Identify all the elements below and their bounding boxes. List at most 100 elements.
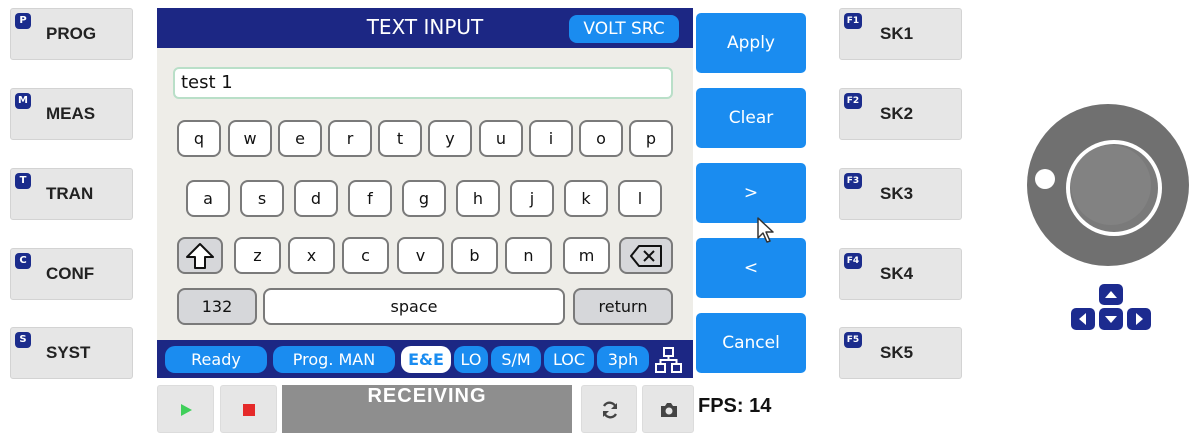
sk1-key[interactable]: F1 SK1 [839,8,962,60]
key-o[interactable]: o [579,120,623,157]
network-icon [655,347,682,373]
key-h[interactable]: h [456,180,500,217]
status-bar: Ready Prog. MAN E&E LO S/M LOC 3ph [157,340,693,378]
instrument-screen: TEXT INPUT VOLT SRC test 1 q w e r t y u… [157,8,693,378]
conf-label: CONF [46,264,95,283]
arrow-right-icon [1136,313,1143,325]
key-x[interactable]: x [288,237,335,274]
tran-key[interactable]: T TRAN [10,168,133,220]
key-y[interactable]: y [428,120,472,157]
key-n[interactable]: n [505,237,552,274]
sk5-label: SK5 [880,343,914,362]
mouse-cursor-icon [757,217,774,243]
f3-badge: F3 [844,173,862,189]
fps-counter: FPS: 14 [698,395,772,417]
prog-key[interactable]: P PROG [10,8,133,60]
sk3-key[interactable]: F3 SK3 [839,168,962,220]
arrow-up-icon [1105,291,1117,298]
key-r[interactable]: r [328,120,372,157]
stop-icon [243,404,255,416]
meas-badge: M [15,93,31,109]
status-sm: S/M [491,346,541,373]
sk3-label: SK3 [880,184,914,203]
key-m[interactable]: m [563,237,610,274]
sk2-key[interactable]: F2 SK2 [839,88,962,140]
mode-badge: VOLT SRC [569,15,679,43]
refresh-icon [602,401,618,419]
status-phase: 3ph [597,346,649,373]
tran-badge: T [15,173,31,189]
space-key[interactable]: space [263,288,565,325]
key-i[interactable]: i [529,120,573,157]
key-v[interactable]: v [397,237,444,274]
f1-badge: F1 [844,13,862,29]
key-g[interactable]: g [402,180,446,217]
syst-label: SYST [46,343,91,362]
arrow-up-button[interactable] [1099,284,1123,305]
refresh-button[interactable] [581,385,637,433]
clear-button[interactable]: Clear [696,88,806,148]
key-s[interactable]: s [240,180,284,217]
syst-key[interactable]: S SYST [10,327,133,379]
key-q[interactable]: q [177,120,221,157]
key-l[interactable]: l [618,180,662,217]
play-button[interactable] [157,385,214,433]
key-k[interactable]: k [564,180,608,217]
arrow-left-icon [1079,313,1086,325]
meas-key[interactable]: M MEAS [10,88,133,140]
sk2-label: SK2 [880,104,914,123]
key-b[interactable]: b [451,237,498,274]
arrow-pad [1069,284,1157,334]
backspace-key[interactable] [619,237,673,274]
key-u[interactable]: u [479,120,523,157]
key-e[interactable]: e [278,120,322,157]
key-t[interactable]: t [378,120,422,157]
play-icon [181,404,192,416]
screen-header: TEXT INPUT VOLT SRC [157,8,693,48]
sk1-label: SK1 [880,24,914,43]
cancel-button[interactable]: Cancel [696,313,806,373]
numeric-mode-key[interactable]: 132 [177,288,257,325]
status-prog: Prog. MAN [273,346,395,373]
text-input-field[interactable]: test 1 [173,67,673,99]
f2-badge: F2 [844,93,862,109]
arrow-left-button[interactable] [1071,308,1095,330]
syst-badge: S [15,332,31,348]
prev-button[interactable]: < [696,238,806,298]
key-z[interactable]: z [234,237,281,274]
key-j[interactable]: j [510,180,554,217]
f5-badge: F5 [844,332,862,348]
key-d[interactable]: d [294,180,338,217]
sk5-key[interactable]: F5 SK5 [839,327,962,379]
next-button[interactable]: > [696,163,806,223]
screenshot-button[interactable] [642,385,694,433]
shift-icon [186,243,214,269]
meas-label: MEAS [46,104,96,123]
stop-button[interactable] [220,385,277,433]
arrow-right-button[interactable] [1127,308,1151,330]
status-loc: LOC [544,346,594,373]
conf-key[interactable]: C CONF [10,248,133,300]
receiving-status: RECEIVING [282,385,572,433]
arrow-down-icon [1105,316,1117,323]
arrow-down-button[interactable] [1099,308,1123,330]
return-key[interactable]: return [573,288,673,325]
key-w[interactable]: w [228,120,272,157]
key-f[interactable]: f [348,180,392,217]
camera-icon [661,403,677,417]
rotary-knob[interactable] [1025,102,1191,268]
status-lo: LO [454,346,488,373]
tran-label: TRAN [46,184,94,203]
key-c[interactable]: c [342,237,389,274]
prog-badge: P [15,13,31,29]
sk4-key[interactable]: F4 SK4 [839,248,962,300]
conf-badge: C [15,253,31,269]
sk4-label: SK4 [880,264,914,283]
status-ready: Ready [165,346,267,373]
status-ee: E&E [401,346,451,373]
apply-button[interactable]: Apply [696,13,806,73]
key-p[interactable]: p [629,120,673,157]
key-a[interactable]: a [186,180,230,217]
shift-key[interactable] [177,237,223,274]
f4-badge: F4 [844,253,862,269]
